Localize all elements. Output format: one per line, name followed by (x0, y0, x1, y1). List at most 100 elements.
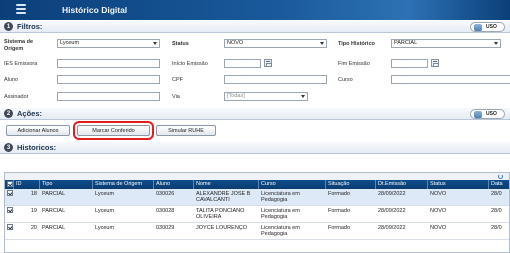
col-tipo[interactable]: Tipo (40, 180, 93, 189)
cell-curso: Licenciatura em Pedagogia (261, 225, 300, 237)
assinador-input[interactable] (57, 92, 160, 101)
cell-dt-emissao: 28/09/2022 (378, 225, 406, 231)
table-row[interactable]: 18 PARCIAL Lyceum 030026 ALEXANDRE JOSE … (5, 189, 509, 206)
sistema-origem-select[interactable]: Lyceum (57, 39, 160, 48)
table-row[interactable]: 19 PARCIAL Lyceum 030028 TALITA PONCIANO… (5, 206, 509, 223)
assinador-label: Assinador (4, 94, 29, 100)
cell-aluno: 030028 (156, 208, 175, 214)
cpf-input[interactable] (224, 75, 327, 84)
cell-status: NOVO (430, 208, 447, 214)
cell-situacao: Formado (328, 191, 351, 197)
select-all-checkbox[interactable] (7, 181, 13, 187)
uso-acoes-button[interactable]: USO (470, 109, 505, 119)
ies-emissora-input[interactable] (57, 59, 160, 68)
col-dt-emissao[interactable]: Dt.Emissão (376, 180, 428, 189)
row-checkbox[interactable] (7, 207, 13, 213)
cell-dt-emissao: 28/09/2022 (378, 208, 406, 214)
simular-ruhe-button[interactable]: Simular RUHE (156, 125, 216, 136)
status-label: Status (172, 41, 189, 47)
hamburger-menu-icon[interactable] (16, 4, 26, 14)
cell-sistema: Lyceum (95, 225, 115, 231)
historicos-title: Historicos: (17, 143, 57, 152)
status-value: NOVO (227, 40, 244, 46)
cell-sistema: Lyceum (95, 191, 115, 197)
calendar-icon[interactable] (431, 59, 439, 67)
section-number-badge: 3 (4, 143, 13, 152)
cell-tipo: PARCIAL (42, 225, 66, 231)
cell-nome: TALITA PONCIANO OLIVEIRA (196, 208, 245, 220)
cell-aluno: 030029 (156, 225, 175, 231)
col-id[interactable]: ID (14, 180, 40, 189)
cell-data: 28/0 (491, 191, 502, 197)
cell-sistema: Lyceum (95, 208, 115, 214)
ies-emissora-label: IES Emissora (4, 61, 38, 67)
adicionar-alunos-button[interactable]: Adicionar Alunos (6, 125, 70, 136)
cell-aluno: 030026 (156, 191, 175, 197)
chevron-down-icon (150, 40, 159, 47)
col-status[interactable]: Status (428, 180, 489, 189)
section-number-badge: 1 (4, 22, 13, 31)
cpf-label: CPF (172, 77, 183, 83)
col-curso[interactable]: Curso (259, 180, 326, 189)
via-label: Via (172, 94, 180, 100)
inicio-emissao-label: Início Emissão (172, 61, 208, 67)
sistema-origem-label: Sistema de Origem (4, 39, 34, 52)
cell-curso: Licenciatura em Pedagogia (261, 208, 300, 220)
app-title: Histórico Digital (62, 5, 128, 15)
cell-nome: JOYCE LOURENÇO (196, 225, 248, 231)
historicos-grid: ID Tipo Sistema de Origem Aluno Nome Cur… (4, 172, 510, 253)
tipo-historico-value: PARCIAL (394, 40, 418, 46)
top-bar: Histórico Digital (0, 0, 510, 20)
col-nome[interactable]: Nome (194, 180, 259, 189)
uso-label: USO (486, 24, 497, 30)
col-data[interactable]: Data (489, 180, 509, 189)
col-situacao[interactable]: Situação (326, 180, 376, 189)
cell-situacao: Formado (328, 208, 351, 214)
via-value: [Todas] (227, 93, 245, 99)
aluno-label: Aluno (4, 77, 19, 83)
historicos-section-header: 3 Historicos: (0, 142, 510, 154)
chevron-down-icon (298, 93, 307, 100)
calendar-icon[interactable] (264, 59, 272, 67)
cell-status: NOVO (430, 191, 447, 197)
cell-nome: ALEXANDRE JOSE B CAVALCANTI (196, 191, 251, 203)
inicio-emissao-input[interactable] (224, 59, 261, 68)
cell-tipo: PARCIAL (42, 208, 66, 214)
row-checkbox[interactable] (7, 224, 13, 230)
curso-label: Curso (338, 77, 353, 83)
cell-status: NOVO (430, 225, 447, 231)
cell-tipo: PARCIAL (42, 191, 66, 197)
filtros-title: Filtros: (17, 22, 43, 31)
status-select[interactable]: NOVO (224, 39, 327, 48)
cell-dt-emissao: 28/09/2022 (378, 191, 406, 197)
fim-emissao-label: Fim Emissão (338, 61, 370, 67)
uso-filtros-button[interactable]: USO (470, 22, 505, 32)
via-select[interactable]: [Todas] (224, 92, 308, 101)
aluno-input[interactable] (57, 75, 160, 84)
cell-id: 18 (30, 191, 37, 197)
fim-emissao-input[interactable] (391, 59, 428, 68)
table-row[interactable]: 20 PARCIAL Lyceum 030029 JOYCE LOURENÇO … (5, 223, 509, 240)
chevron-down-icon (317, 40, 326, 47)
row-checkbox[interactable] (7, 190, 13, 196)
cell-id: 20 (30, 225, 37, 231)
section-number-badge: 2 (4, 109, 13, 118)
grid-toolbar (5, 173, 509, 180)
cell-data: 28/0 (491, 225, 502, 231)
cell-id: 19 (30, 208, 37, 214)
grid-header-row: ID Tipo Sistema de Origem Aluno Nome Cur… (5, 180, 509, 189)
settings-icon (474, 110, 482, 118)
select-all-cell[interactable] (5, 180, 14, 189)
tipo-historico-select[interactable]: PARCIAL (391, 39, 501, 48)
refresh-icon[interactable] (498, 174, 503, 179)
sistema-origem-value: Lyceum (60, 40, 80, 46)
curso-input[interactable] (391, 75, 510, 84)
acoes-section-header: 2 Ações: USO (0, 108, 510, 120)
col-aluno[interactable]: Aluno (154, 180, 194, 189)
marcar-conferido-button[interactable]: Marcar Conferido (73, 121, 154, 140)
col-sistema-origem[interactable]: Sistema de Origem (93, 180, 154, 189)
cell-curso: Licenciatura em Pedagogia (261, 191, 300, 203)
cell-situacao: Formado (328, 225, 351, 231)
settings-icon (474, 23, 482, 31)
tipo-historico-label: Tipo Histórico (338, 41, 375, 47)
